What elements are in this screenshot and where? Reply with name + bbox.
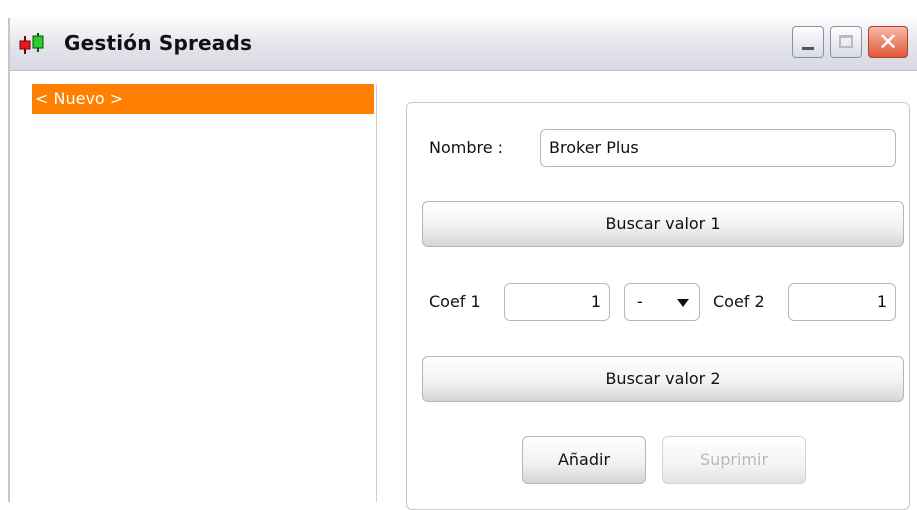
suprimir-button[interactable]: Suprimir	[662, 436, 806, 484]
coef2-input[interactable]: 1	[788, 283, 896, 321]
operator-value: -	[637, 292, 643, 311]
maximize-button[interactable]	[830, 26, 862, 58]
nombre-label: Nombre :	[429, 138, 504, 157]
close-button[interactable]: ✕	[868, 26, 908, 58]
buscar-valor-2-button[interactable]: Buscar valor 2	[422, 356, 904, 402]
close-icon: ✕	[877, 28, 899, 56]
candlestick-chart-icon	[19, 33, 44, 54]
spread-form-panel: Nombre : Broker Plus Buscar valor 1 Coef…	[406, 102, 910, 510]
window-title: Gestión Spreads	[64, 31, 253, 55]
coef1-label: Coef 1	[429, 292, 481, 311]
chevron-down-icon	[677, 299, 689, 307]
spreads-list[interactable]: < Nuevo >	[32, 84, 377, 502]
minimize-button[interactable]	[792, 26, 824, 58]
anadir-button[interactable]: Añadir	[522, 436, 646, 484]
minimize-icon	[802, 47, 814, 50]
nombre-input[interactable]: Broker Plus	[540, 129, 896, 167]
maximize-icon	[839, 35, 853, 48]
list-item-nuevo[interactable]: < Nuevo >	[32, 84, 374, 114]
title-bar[interactable]: Gestión Spreads ✕	[10, 18, 917, 71]
gestion-spreads-window: Gestión Spreads ✕ < Nuevo > Nombre : Bro…	[8, 18, 917, 510]
operator-select[interactable]: -	[624, 283, 700, 321]
coef2-label: Coef 2	[713, 292, 765, 311]
buscar-valor-1-button[interactable]: Buscar valor 1	[422, 201, 904, 247]
coef1-input[interactable]: 1	[504, 283, 610, 321]
